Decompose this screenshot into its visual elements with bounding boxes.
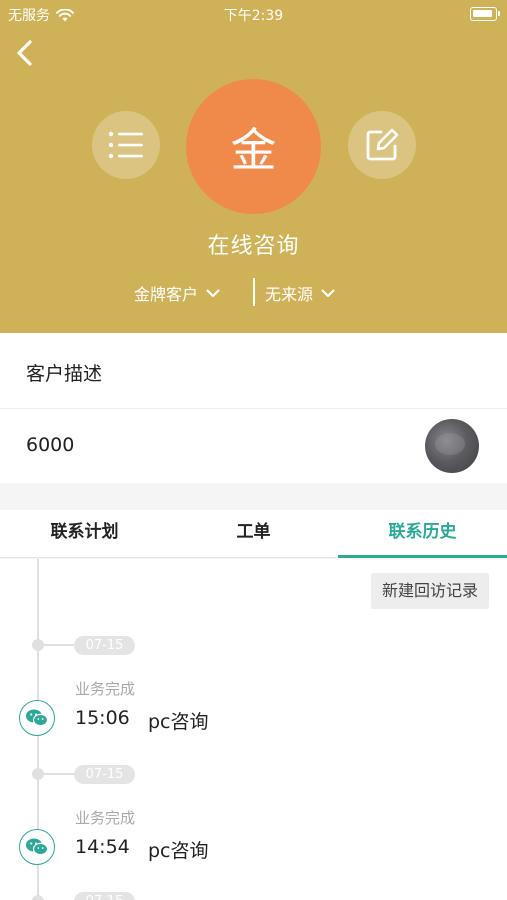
description-label: 客户描述 bbox=[26, 363, 103, 385]
entry-desc: pc咨询 bbox=[148, 711, 209, 733]
status-bar: 无服务 下午2:39 bbox=[0, 0, 507, 28]
list-icon bbox=[108, 131, 143, 159]
wechat-badge bbox=[19, 829, 55, 865]
date-connector bbox=[44, 644, 74, 646]
customer-detail-page: 无服务 下午2:39 金 在线咨询 金牌客户 无来源 客户描述 6000 联系计… bbox=[0, 0, 507, 900]
customer-level-label: 金牌客户 bbox=[134, 285, 199, 304]
description-row[interactable]: 客户描述 bbox=[0, 333, 507, 409]
tab-bar: 联系计划 工单 联系历史 bbox=[0, 510, 507, 558]
date-connector bbox=[44, 773, 74, 775]
tab-contact-plan[interactable]: 联系计划 bbox=[0, 510, 169, 557]
customer-level-dropdown[interactable]: 金牌客户 bbox=[134, 281, 220, 305]
back-button[interactable] bbox=[12, 38, 40, 68]
entry-time: 14:54 bbox=[75, 836, 130, 858]
chevron-down-icon bbox=[321, 289, 335, 297]
customer-avatar: 金 bbox=[186, 79, 321, 214]
wechat-badge bbox=[19, 700, 55, 736]
customer-tags: 金牌客户 无来源 bbox=[0, 276, 507, 308]
tab-work-order[interactable]: 工单 bbox=[169, 510, 338, 557]
new-visit-record-button[interactable]: 新建回访记录 bbox=[371, 573, 489, 609]
edit-button[interactable] bbox=[348, 111, 416, 179]
value-row[interactable]: 6000 bbox=[0, 409, 507, 483]
wechat-icon bbox=[26, 709, 49, 727]
timeline-dot bbox=[32, 768, 44, 780]
edit-icon bbox=[366, 128, 399, 161]
battery-icon bbox=[470, 7, 500, 21]
customer-source-label: 无来源 bbox=[265, 285, 314, 304]
entry-status: 业务完成 bbox=[75, 809, 136, 827]
user-avatar[interactable] bbox=[425, 419, 479, 473]
contact-history-timeline: 新建回访记录 07-15 业务完成 15:06 pc咨询 07-15 业务完成 bbox=[0, 559, 507, 900]
date-badge: 07-15 bbox=[74, 765, 135, 784]
entry-status: 业务完成 bbox=[75, 680, 136, 698]
tab-contact-history[interactable]: 联系历史 bbox=[338, 510, 507, 558]
entry-time: 15:06 bbox=[75, 707, 130, 729]
tag-divider bbox=[253, 278, 255, 306]
back-chevron-icon bbox=[17, 40, 32, 66]
customer-source-dropdown[interactable]: 无来源 bbox=[265, 281, 335, 305]
timeline-dot bbox=[32, 639, 44, 651]
entry-desc: pc咨询 bbox=[148, 840, 209, 862]
wechat-icon bbox=[26, 838, 49, 856]
customer-header: 无服务 下午2:39 金 在线咨询 金牌客户 无来源 bbox=[0, 0, 507, 333]
value-text: 6000 bbox=[26, 434, 75, 456]
customer-title: 在线咨询 bbox=[207, 234, 300, 259]
list-button[interactable] bbox=[92, 111, 160, 179]
timeline-dot bbox=[32, 895, 44, 900]
chevron-down-icon bbox=[206, 289, 220, 297]
date-badge: 07-15 bbox=[74, 636, 135, 655]
date-badge: 07-15 bbox=[74, 892, 135, 900]
status-time: 下午2:39 bbox=[223, 8, 284, 24]
avatar-char: 金 bbox=[230, 122, 277, 177]
